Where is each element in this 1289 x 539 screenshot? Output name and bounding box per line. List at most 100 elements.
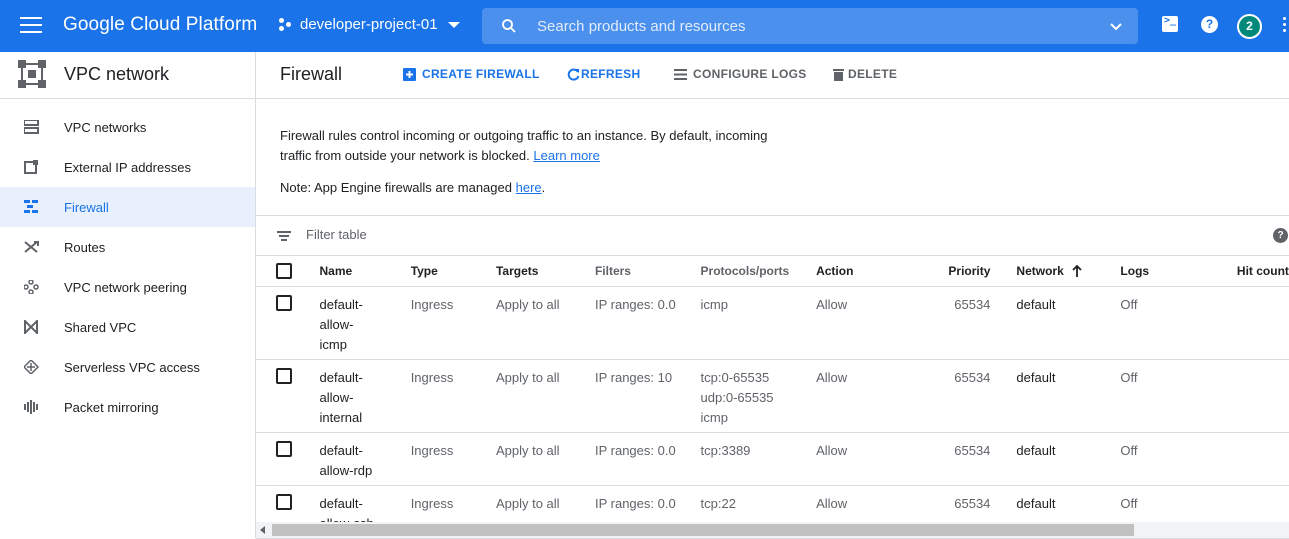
serverless-icon <box>24 360 40 374</box>
app-engine-note: Note: App Engine firewalls are managed h… <box>280 180 545 195</box>
table-row[interactable]: default-allow-rdp Ingress Apply to all I… <box>256 432 1289 486</box>
chevron-down-icon <box>447 21 460 28</box>
search-input[interactable] <box>537 14 1077 38</box>
sidebar-item-peering[interactable]: VPC network peering <box>0 267 255 307</box>
main-menu-icon[interactable] <box>20 17 42 35</box>
configure-logs-label: CONFIGURE LOGS <box>693 67 807 81</box>
column-header-priority[interactable]: Priority <box>911 256 1017 287</box>
sidebar-item-packet-mirroring[interactable]: Packet mirroring <box>0 387 255 427</box>
rule-filters: IP ranges: 0.0 <box>594 286 701 360</box>
column-header-targets[interactable]: Targets <box>495 256 595 287</box>
name-line: allow-rdp <box>319 462 373 478</box>
rule-hit-count <box>1236 359 1289 433</box>
rule-priority: 65534 <box>911 359 1017 433</box>
refresh-label: REFRESH <box>581 67 641 81</box>
column-header-logs[interactable]: Logs <box>1120 256 1237 287</box>
rule-targets: Apply to all <box>495 359 595 433</box>
configure-logs-button[interactable]: CONFIGURE LOGS <box>674 67 807 81</box>
packet-mirroring-icon <box>24 400 38 414</box>
shared-vpc-icon <box>24 320 38 334</box>
rule-hit-count <box>1236 286 1289 360</box>
add-box-icon <box>403 67 416 81</box>
protocol-line: tcp:3389 <box>700 442 751 458</box>
sidebar-item-firewall[interactable]: Firewall <box>0 187 255 227</box>
notifications-badge[interactable]: 2 <box>1237 14 1262 39</box>
name-line: allow- <box>319 389 354 405</box>
column-header-name[interactable]: Name <box>319 256 411 287</box>
table-row[interactable]: default-allow-internal Ingress Apply to … <box>256 359 1289 433</box>
here-link[interactable]: here <box>516 180 542 195</box>
sidebar-item-routes[interactable]: Routes <box>0 227 255 267</box>
rule-protocols: tcp:3389 <box>700 432 817 486</box>
page-header: Firewall CREATE FIREWALL REFRESH CONFIGU… <box>256 52 1289 99</box>
cloud-shell-icon[interactable] <box>1162 15 1178 32</box>
row-checkbox[interactable] <box>276 294 292 311</box>
row-checkbox[interactable] <box>276 440 292 457</box>
rule-name[interactable]: default-allow-rdp <box>319 432 411 486</box>
routes-icon <box>24 241 39 253</box>
sidebar-item-label: Routes <box>64 239 106 255</box>
more-options-icon[interactable] <box>1283 17 1287 35</box>
rule-targets: Apply to all <box>495 286 595 360</box>
rule-action: Allow <box>816 286 912 360</box>
rule-name[interactable]: default-allow-icmp <box>319 286 411 360</box>
rule-action: Allow <box>816 359 912 433</box>
create-firewall-label: CREATE FIREWALL <box>422 67 540 81</box>
column-header-type[interactable]: Type <box>410 256 496 287</box>
main-content: Firewall CREATE FIREWALL REFRESH CONFIGU… <box>256 52 1289 539</box>
sidebar-item-label: Firewall <box>64 199 109 215</box>
learn-more-link[interactable]: Learn more <box>533 148 599 163</box>
scrollbar-thumb[interactable] <box>272 524 1134 536</box>
scroll-left-icon[interactable] <box>260 526 265 534</box>
column-header-action[interactable]: Action <box>816 256 912 287</box>
delete-button[interactable]: DELETE <box>833 67 897 81</box>
name-line: default- <box>319 369 363 385</box>
vpc-network-logo-icon <box>18 60 46 88</box>
select-all-checkbox[interactable] <box>276 262 292 279</box>
rule-network[interactable]: default <box>1016 359 1121 433</box>
rule-filters: IP ranges: 0.0 <box>594 432 701 486</box>
vpc-networks-icon <box>24 120 39 134</box>
name-line: internal <box>319 409 363 425</box>
rule-network[interactable]: default <box>1016 286 1121 360</box>
row-checkbox[interactable] <box>276 493 292 510</box>
rule-logs: Off <box>1120 432 1237 486</box>
rule-name[interactable]: default-allow-internal <box>319 359 411 433</box>
brand-title[interactable]: Google Cloud Platform <box>63 14 257 36</box>
name-line: default- <box>319 296 363 312</box>
column-header-hit-count[interactable]: Hit count <box>1236 256 1289 287</box>
page-title: Firewall <box>280 64 343 84</box>
list-icon <box>674 68 687 80</box>
protocol-line: tcp:0-65535 <box>700 369 770 385</box>
sidebar-item-label: VPC network peering <box>64 279 187 295</box>
name-line: allow- <box>319 316 354 332</box>
row-checkbox[interactable] <box>276 367 292 384</box>
rule-priority: 65534 <box>911 286 1017 360</box>
project-selector[interactable]: developer-project-01 <box>279 16 460 33</box>
sidebar-item-serverless[interactable]: Serverless VPC access <box>0 347 255 387</box>
rule-network[interactable]: default <box>1016 432 1121 486</box>
filter-icon <box>277 231 291 241</box>
sidebar-title: VPC network <box>64 64 170 84</box>
column-header-filters[interactable]: Filters <box>594 256 701 287</box>
column-header-protocols[interactable]: Protocols/ports <box>700 256 817 287</box>
table-row[interactable]: default-allow-icmp Ingress Apply to all … <box>256 286 1289 360</box>
column-help-icon[interactable]: ? <box>1273 228 1288 243</box>
peering-icon <box>24 280 39 294</box>
rule-type: Ingress <box>410 432 496 486</box>
sidebar-item-shared-vpc[interactable]: Shared VPC <box>0 307 255 347</box>
create-firewall-button[interactable]: CREATE FIREWALL <box>403 67 540 81</box>
search-bar[interactable] <box>482 8 1138 44</box>
sidebar-item-label: VPC networks <box>64 119 147 135</box>
help-icon[interactable]: ? <box>1201 16 1218 33</box>
sidebar-header: VPC network <box>0 52 255 99</box>
project-name: developer-project-01 <box>300 16 438 33</box>
refresh-button[interactable]: REFRESH <box>567 67 640 81</box>
filter-input[interactable] <box>306 227 906 242</box>
horizontal-scrollbar[interactable] <box>256 522 1289 538</box>
sort-ascending-icon[interactable] <box>1072 264 1082 277</box>
sidebar-item-external-ip[interactable]: External IP addresses <box>0 147 255 187</box>
sidebar-item-vpc-networks[interactable]: VPC networks <box>0 107 255 147</box>
column-header-network[interactable]: Network <box>1016 256 1121 287</box>
expand-search-icon[interactable] <box>1110 21 1122 33</box>
